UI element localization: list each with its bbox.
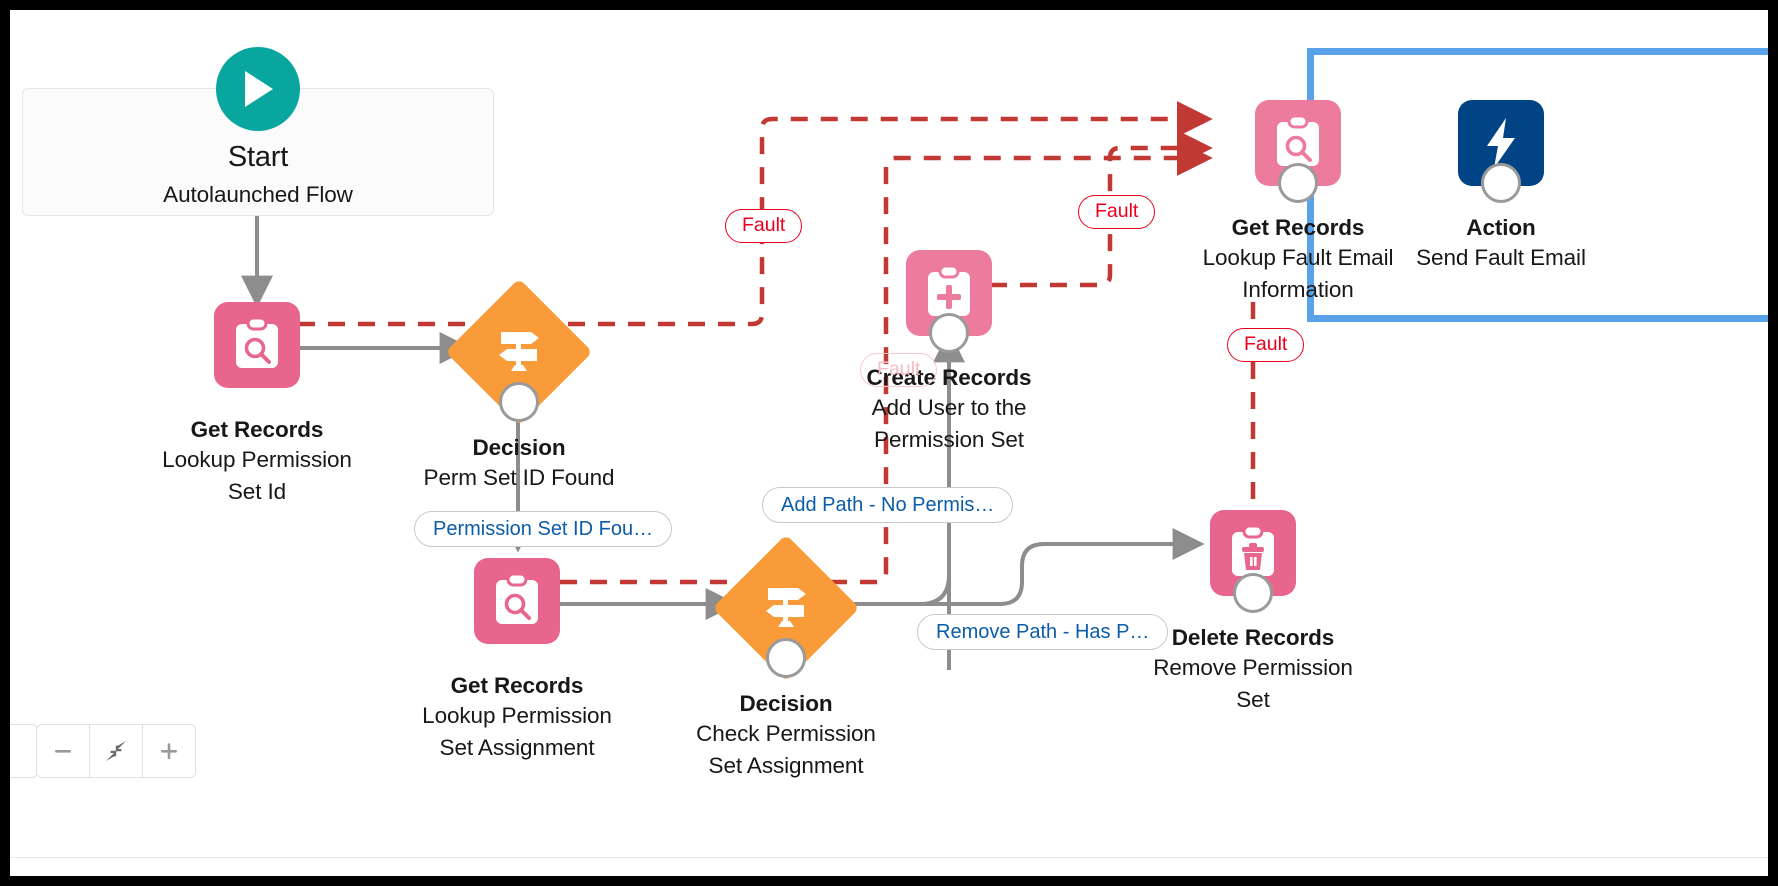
start-title: Start [227, 141, 289, 173]
start-card[interactable]: Start Autolaunched Flow [22, 47, 494, 216]
screenshot-root: Start Autolaunched Flow Get Records Look… [0, 0, 1778, 886]
node-title: Get Records [190, 417, 324, 442]
node-connector-handle[interactable] [1278, 163, 1318, 203]
decision-diamond [712, 534, 860, 682]
node-title: Decision [739, 691, 833, 716]
node-title: Decision [472, 435, 566, 460]
node-subtitle: Add User to the Permission Set [871, 394, 1027, 452]
action-bolt-icon [1458, 100, 1544, 203]
zoom-toolbar-stub[interactable] [10, 724, 38, 778]
node-connector-handle[interactable] [929, 313, 969, 353]
get-records-icon [1255, 100, 1341, 203]
node-connector-handle[interactable] [499, 382, 539, 422]
zoom-out-button[interactable] [37, 725, 90, 777]
fault-badge-ghost: Fault [860, 353, 938, 387]
node-title: Action [1466, 215, 1536, 240]
node-decision-check-perm-set-assignment[interactable]: Decision Check Permission Set Assignment [686, 534, 886, 782]
node-decision-perm-set-id-found[interactable]: Decision Perm Set ID Found [419, 278, 619, 494]
node-get-records-perm-set-assignment[interactable]: Get Records Lookup Permission Set Assign… [417, 558, 617, 764]
node-title: Delete Records [1171, 625, 1335, 650]
node-connector-handle[interactable] [766, 638, 806, 678]
get-records-icon [474, 558, 560, 644]
fault-badge-2[interactable]: Fault [1078, 195, 1156, 229]
fault-badge-3[interactable]: Fault [1227, 328, 1305, 362]
fit-to-view-button[interactable] [90, 725, 143, 777]
node-subtitle: Remove Permission Set [1153, 654, 1353, 712]
node-delete-records-remove-perm-set[interactable]: Delete Records Remove Permission Set [1153, 510, 1353, 716]
node-action-send-fault-email[interactable]: Action Send Fault Email [1356, 100, 1646, 274]
zoom-toolbar[interactable] [36, 724, 196, 778]
node-subtitle: Lookup Permission Set Assignment [422, 702, 612, 760]
node-connector-handle[interactable] [1481, 163, 1521, 203]
node-connector-handle[interactable] [1233, 573, 1273, 613]
decision-diamond [445, 278, 593, 426]
create-records-icon [906, 250, 992, 353]
node-subtitle: Lookup Permission Set Id [162, 446, 352, 504]
flow-canvas[interactable]: Start Autolaunched Flow Get Records Look… [10, 10, 1768, 876]
path-label-perm-set-id-found[interactable]: Permission Set ID Fou… [414, 511, 673, 547]
start-subtitle: Autolaunched Flow [163, 182, 353, 207]
get-records-icon [214, 302, 300, 388]
path-label-add-path-no-permission[interactable]: Add Path - No Permis… [762, 487, 1014, 523]
delete-records-icon [1210, 510, 1296, 613]
path-label-remove-path-has-permission[interactable]: Remove Path - Has P… [917, 614, 1169, 650]
node-subtitle: Check Permission Set Assignment [696, 720, 876, 778]
node-get-records-perm-set-id[interactable]: Get Records Lookup Permission Set Id [157, 302, 357, 508]
fault-badge-1[interactable]: Fault [725, 209, 803, 243]
play-icon [216, 47, 300, 131]
node-subtitle: Send Fault Email [1416, 244, 1586, 270]
zoom-in-button[interactable] [143, 725, 195, 777]
node-subtitle: Perm Set ID Found [423, 464, 615, 490]
canvas-bottom-divider [10, 857, 1768, 858]
node-title: Get Records [450, 673, 584, 698]
